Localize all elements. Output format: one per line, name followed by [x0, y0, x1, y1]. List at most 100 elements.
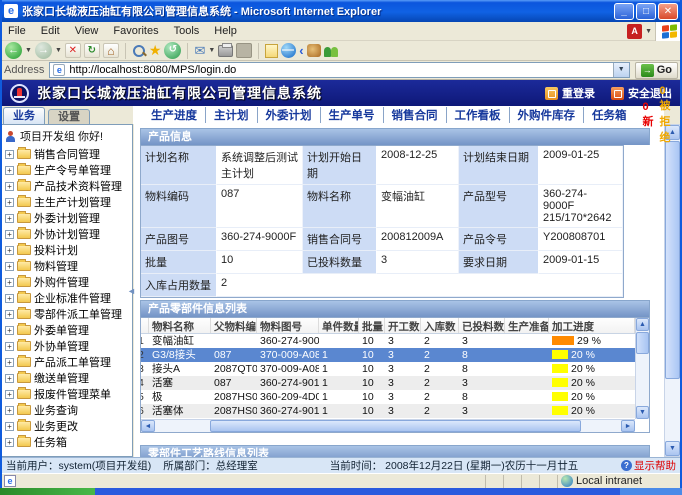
forward-dropdown-icon[interactable]: ▼	[55, 47, 62, 54]
scroll-thumb[interactable]	[210, 420, 581, 432]
start-button[interactable]	[0, 488, 95, 495]
sidebar-item-material-mgmt[interactable]: +物料管理	[2, 258, 132, 274]
scroll-down-icon[interactable]: ▼	[636, 406, 649, 419]
sidebar-item-feeding-plan[interactable]: +投料计划	[2, 242, 132, 258]
maximize-button[interactable]: □	[636, 3, 656, 20]
table-row[interactable]: 6活塞体2087HS002360-274-9011W11032320 %	[141, 404, 635, 418]
sidebar-item-master-plan[interactable]: +主生产计划管理	[2, 194, 132, 210]
expand-icon[interactable]: +	[5, 326, 14, 335]
research-icon[interactable]	[307, 44, 321, 57]
scroll-up-icon[interactable]: ▲	[636, 318, 649, 331]
nav-sales-contract[interactable]: 销售合同	[383, 107, 446, 123]
expand-icon[interactable]: +	[5, 246, 14, 255]
sidebar-item-purchased-parts[interactable]: +外购件管理	[2, 274, 132, 290]
nav-outsource-plan[interactable]: 外委计划	[257, 107, 320, 123]
nav-master-plan[interactable]: 主计划	[205, 107, 257, 123]
discuss-icon[interactable]	[265, 44, 278, 58]
menu-tools[interactable]: Tools	[174, 25, 200, 37]
expand-icon[interactable]: +	[5, 438, 14, 447]
tab-business[interactable]: 业务	[3, 107, 45, 124]
msn-globe-icon[interactable]	[281, 43, 296, 58]
table-row[interactable]: 3接头A2087QT002370-009-A085011032820 %	[141, 362, 635, 376]
mail-dropdown-icon[interactable]: ▼	[208, 47, 215, 54]
go-button[interactable]: → Go	[635, 62, 678, 79]
search-icon[interactable]	[132, 44, 146, 58]
sidebar-item-parts-dispatch[interactable]: +零部件派工单管理	[2, 306, 132, 322]
tab-settings[interactable]: 设置	[48, 109, 90, 124]
expand-icon[interactable]: +	[5, 166, 14, 175]
nav-work-board[interactable]: 工作看板	[446, 107, 509, 123]
menu-favorites[interactable]: Favorites	[113, 25, 158, 37]
table-row[interactable]: 4活塞087360-274-9010F11032320 %	[141, 376, 635, 390]
scroll-right-icon[interactable]: ►	[621, 420, 635, 432]
sidebar-item-production-order[interactable]: +生产令号单管理	[2, 162, 132, 178]
nav-task-box[interactable]: 任务箱	[583, 107, 635, 123]
edit-icon[interactable]	[236, 43, 252, 58]
address-input[interactable]: e http://localhost:8080/MPS/login.do ▼	[49, 62, 629, 78]
expand-icon[interactable]: +	[5, 342, 14, 351]
forward-button[interactable]: →	[35, 42, 52, 59]
menu-view[interactable]: View	[75, 25, 99, 37]
sidebar-item-outsource-order[interactable]: +外委单管理	[2, 322, 132, 338]
sidebar-item-product-dispatch[interactable]: +产品派工单管理	[2, 354, 132, 370]
menu-help[interactable]: Help	[214, 25, 237, 37]
scroll-thumb[interactable]	[665, 141, 680, 379]
expand-icon[interactable]: +	[5, 390, 14, 399]
print-icon[interactable]	[218, 45, 233, 57]
table-row[interactable]: 1变幅油缸360-274-9000F1032329 %	[141, 334, 635, 348]
back-dropdown-icon[interactable]: ▼	[25, 47, 32, 54]
menu-edit[interactable]: Edit	[41, 25, 60, 37]
close-button[interactable]: ✕	[658, 3, 678, 20]
scroll-left-icon[interactable]: ◄	[141, 420, 155, 432]
sidebar-item-delivery-note[interactable]: +缴送单管理	[2, 370, 132, 386]
pdf-toolbar-icon[interactable]: A	[627, 24, 642, 39]
sidebar-item-standard-parts[interactable]: +企业标准件管理	[2, 290, 132, 306]
stop-button[interactable]: ✕	[65, 43, 81, 58]
sidebar-item-tech-data[interactable]: +产品技术资料管理	[2, 178, 132, 194]
relogin-button[interactable]: 重登录	[545, 85, 595, 101]
nav-production-order[interactable]: 生产单号	[320, 107, 383, 123]
scroll-thumb[interactable]	[636, 332, 649, 354]
expand-icon[interactable]: +	[5, 262, 14, 271]
scroll-down-icon[interactable]: ▼	[665, 441, 680, 456]
history-icon[interactable]: ↺	[164, 42, 181, 59]
sidebar-item-task-box[interactable]: +任务箱	[2, 434, 132, 450]
minimize-button[interactable]: _	[614, 3, 634, 20]
sidebar-item-sales-contract[interactable]: +销售合同管理	[2, 146, 132, 162]
show-help-link[interactable]: ?显示帮助	[621, 458, 676, 473]
sidebar-item-scrap-mgmt[interactable]: +报废件管理菜单	[2, 386, 132, 402]
expand-icon[interactable]: +	[5, 310, 14, 319]
splitter-collapse-icon[interactable]: ◄	[127, 286, 136, 296]
mail-icon[interactable]: ✉	[194, 43, 205, 59]
table-row[interactable]: 5极2087HS002360-209-4D01011032820 %	[141, 390, 635, 404]
main-vscrollbar[interactable]: ▲ ▼	[664, 124, 681, 457]
sidebar-item-business-query[interactable]: +业务查询	[2, 402, 132, 418]
sidebar-item-coop-order[interactable]: +外协单管理	[2, 338, 132, 354]
refresh-button[interactable]: ↻	[84, 43, 100, 58]
favorites-icon[interactable]: ★	[149, 42, 162, 59]
expand-icon[interactable]: +	[5, 150, 14, 159]
expand-icon[interactable]: +	[5, 358, 14, 367]
people-icon[interactable]	[324, 44, 339, 57]
expand-icon[interactable]: +	[5, 198, 14, 207]
expand-icon[interactable]: +	[5, 214, 14, 223]
expand-icon[interactable]: +	[5, 374, 14, 383]
expand-icon[interactable]: +	[5, 294, 14, 303]
nav-production-progress[interactable]: 生产进度	[143, 107, 205, 123]
expand-icon[interactable]: +	[5, 230, 14, 239]
sidebar-item-outsource-plan[interactable]: +外委计划管理	[2, 210, 132, 226]
address-dropdown-icon[interactable]: ▼	[613, 63, 629, 77]
expand-icon[interactable]: +	[5, 182, 14, 191]
nav-purchased-stock[interactable]: 外购件库存	[509, 107, 584, 123]
sidebar-item-business-change[interactable]: +业务更改	[2, 418, 132, 434]
badge-new[interactable]: 0新	[643, 101, 654, 129]
badge-rejected[interactable]: 0被拒绝	[660, 85, 671, 145]
expand-icon[interactable]: +	[5, 406, 14, 415]
expand-icon[interactable]: +	[5, 278, 14, 287]
chevron-down-icon[interactable]: ▼	[645, 28, 652, 35]
table-row-selected[interactable]: 2G3/8接头087370-009-A084011032820 %	[141, 348, 635, 362]
home-button[interactable]: ⌂	[103, 43, 119, 58]
sidebar-item-coop-plan[interactable]: +外协计划管理	[2, 226, 132, 242]
messenger-icon[interactable]: ‹	[299, 43, 303, 58]
parts-table-hscrollbar[interactable]: ◄ ►	[141, 419, 635, 432]
